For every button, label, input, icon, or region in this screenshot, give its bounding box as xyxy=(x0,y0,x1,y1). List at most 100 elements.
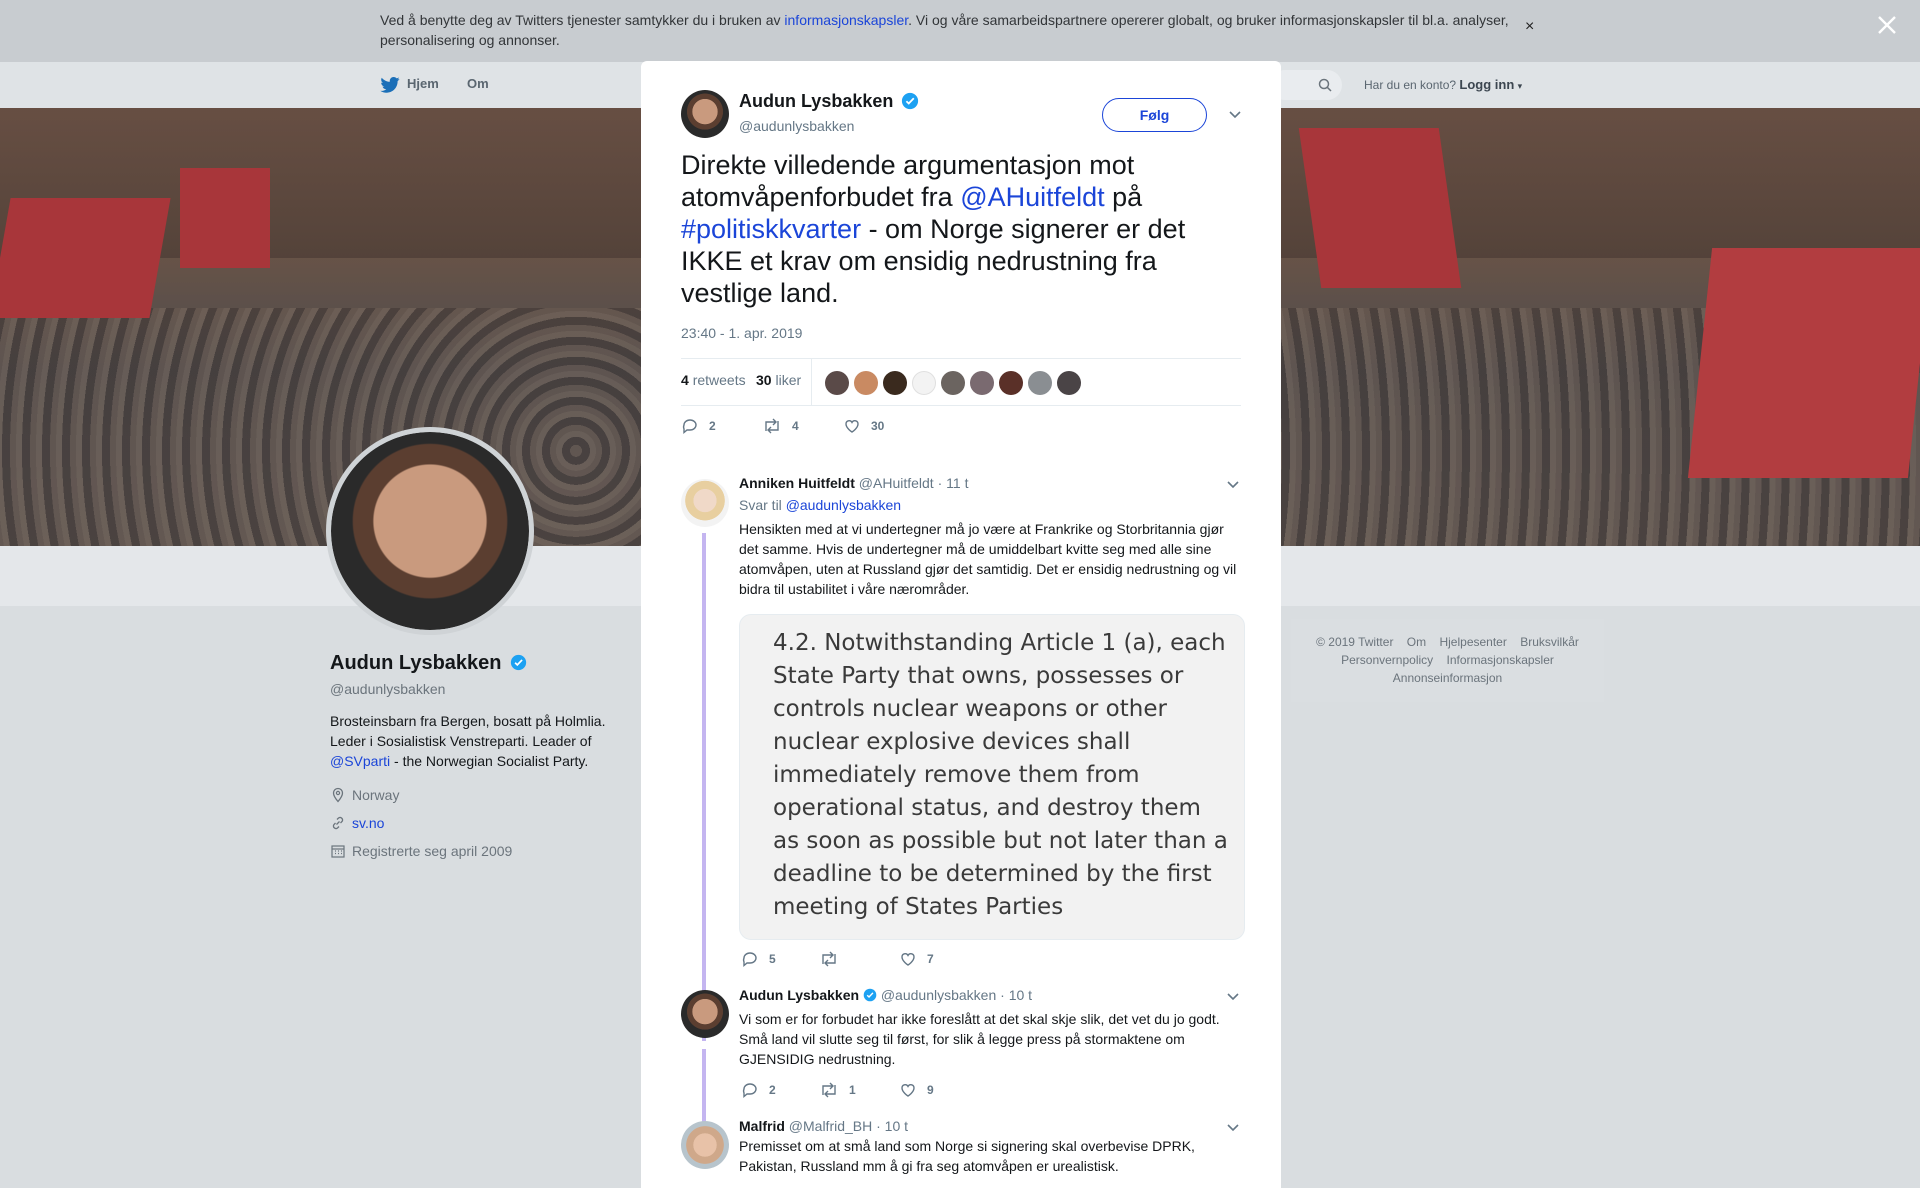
reply-time[interactable]: · 11 t xyxy=(938,475,969,491)
stats-divider xyxy=(811,359,812,405)
reply-action[interactable]: 2 xyxy=(741,1081,776,1099)
reply-author-handle[interactable]: @AHuitfeldt xyxy=(859,475,934,491)
footer-link-terms[interactable]: Bruksvilkår xyxy=(1520,635,1579,649)
profile-handle[interactable]: @audunlysbakken xyxy=(330,681,630,697)
reply-image[interactable]: 4.2. Notwithstanding Article 1 (a), each… xyxy=(739,614,1245,940)
chevron-down-icon[interactable] xyxy=(1226,480,1240,490)
footer-link-help[interactable]: Hjelpesenter xyxy=(1439,635,1506,649)
like-action[interactable]: 9 xyxy=(899,1081,934,1099)
like-stat[interactable]: 30 liker xyxy=(756,372,801,388)
cookie-text: Ved å benytte deg av Twitters tjenester … xyxy=(380,10,1510,50)
footer-link-privacy[interactable]: Personvernpolicy xyxy=(1341,653,1433,667)
reply-action[interactable]: 2 xyxy=(681,417,716,435)
nav-about[interactable]: Om xyxy=(467,76,489,91)
tweet-stats: 4 retweets 30 liker xyxy=(681,358,1241,406)
reply-icon xyxy=(682,419,697,434)
footer-link-cookies[interactable]: Informasjonskapsler xyxy=(1447,653,1554,667)
reply-author-name[interactable]: Audun Lysbakken xyxy=(739,987,859,1003)
retweet-count: 4 xyxy=(792,419,799,433)
tweet-modal: Audun Lysbakken @audunlysbakken Følg Dir… xyxy=(641,61,1281,1188)
bio-mention-link[interactable]: @SVparti xyxy=(330,753,390,769)
like-count: 9 xyxy=(927,1083,934,1097)
profile-website-link[interactable]: sv.no xyxy=(352,815,384,831)
cookie-policy-link[interactable]: informasjonskapsler xyxy=(784,12,908,28)
retweet-count: 1 xyxy=(849,1083,856,1097)
caret-down-icon[interactable]: ▾ xyxy=(1518,81,1523,91)
reply-to-line: Svar til @audunlysbakken xyxy=(739,497,1245,513)
heart-icon xyxy=(901,1084,915,1097)
location-pin-icon xyxy=(332,787,344,803)
liker-avatar[interactable] xyxy=(854,371,878,395)
cookie-close-button[interactable]: × xyxy=(1525,18,1534,36)
chevron-down-icon[interactable] xyxy=(1228,110,1242,120)
retweet-action[interactable] xyxy=(819,950,849,968)
profile-bio: Brosteinsbarn fra Bergen, bosatt på Holm… xyxy=(330,711,630,771)
profile-name[interactable]: Audun Lysbakken xyxy=(330,652,502,674)
liker-avatar[interactable] xyxy=(825,371,849,395)
reply-author-name[interactable]: Malfrid xyxy=(739,1118,785,1134)
reply-to-link[interactable]: @audunlysbakken xyxy=(786,497,901,513)
reply-header: Audun Lysbakken @audunlysbakken · 10 t xyxy=(739,987,1245,1003)
reply-text: Vi som er for forbudet har ikke foreslåt… xyxy=(739,1011,1220,1067)
reply-icon xyxy=(742,1083,757,1098)
nav-home[interactable]: Hjem xyxy=(407,76,439,91)
banner-flag xyxy=(0,198,171,318)
footer-link-about[interactable]: Om xyxy=(1407,635,1426,649)
retweet-action[interactable]: 4 xyxy=(762,417,799,435)
retweet-icon xyxy=(765,418,779,434)
reply-author-avatar[interactable] xyxy=(681,1121,729,1169)
retweet-stat-count: 4 xyxy=(681,372,689,388)
verified-badge-icon xyxy=(510,654,527,671)
liker-avatar[interactable] xyxy=(1057,371,1081,395)
thread-connector xyxy=(702,533,706,1041)
liker-avatar[interactable] xyxy=(883,371,907,395)
tweet-mention-link[interactable]: @AHuitfeldt xyxy=(960,182,1104,212)
retweet-action[interactable]: 1 xyxy=(819,1081,856,1099)
bio-text-after: - the Norwegian Socialist Party. xyxy=(390,753,589,769)
reply-count: 5 xyxy=(769,952,776,966)
chevron-down-icon[interactable] xyxy=(1226,1123,1240,1133)
like-action[interactable]: 7 xyxy=(899,950,934,968)
overlay-close-icon[interactable] xyxy=(1874,12,1900,38)
reply-author-avatar[interactable] xyxy=(681,479,729,527)
reply-author-name[interactable]: Anniken Huitfeldt xyxy=(739,475,855,491)
retweet-icon xyxy=(822,1082,836,1098)
reply-count: 2 xyxy=(769,1083,776,1097)
footer-copyright: © 2019 Twitter xyxy=(1316,635,1394,649)
banner-flag xyxy=(180,168,270,268)
reply-author-handle[interactable]: @audunlysbakken xyxy=(881,987,996,1003)
twitter-bird-icon[interactable] xyxy=(380,77,400,93)
like-stat-label: liker xyxy=(775,372,802,388)
tweet-author-name-text[interactable]: Audun Lysbakken xyxy=(739,91,893,111)
reply-icon xyxy=(742,952,757,967)
reply-to-label: Svar til xyxy=(739,497,786,513)
retweet-stat-label: retweets xyxy=(692,372,746,388)
tweet-hashtag-link[interactable]: #politiskkvarter xyxy=(681,214,861,244)
tweet-timestamp[interactable]: 23:40 - 1. apr. 2019 xyxy=(681,325,802,341)
verified-badge-icon xyxy=(902,92,919,110)
liker-avatar[interactable] xyxy=(941,371,965,395)
profile-avatar[interactable] xyxy=(326,427,534,635)
reply-action[interactable]: 5 xyxy=(741,950,776,968)
reply-author-avatar[interactable] xyxy=(681,990,729,1038)
banner-flag xyxy=(1298,128,1462,288)
liker-avatar[interactable] xyxy=(970,371,994,395)
follow-button[interactable]: Følg xyxy=(1102,98,1207,132)
liker-avatar[interactable] xyxy=(999,371,1023,395)
reply-image-text: 4.2. Notwithstanding Article 1 (a), each… xyxy=(773,630,1228,920)
reply-time[interactable]: · 10 t xyxy=(876,1118,908,1134)
tweet-author-avatar[interactable] xyxy=(681,90,729,138)
reply-author-handle[interactable]: @Malfrid_BH xyxy=(789,1118,872,1134)
tweet-author-name[interactable]: Audun Lysbakken xyxy=(739,91,919,112)
tweet-text-part: på xyxy=(1104,182,1143,212)
chevron-down-icon[interactable] xyxy=(1226,992,1240,1002)
liker-avatar[interactable] xyxy=(912,371,936,395)
footer-link-ads-info[interactable]: Annonseinformasjon xyxy=(1393,671,1502,685)
tweet-author-handle[interactable]: @audunlysbakken xyxy=(739,118,854,134)
reply-time[interactable]: · 10 t xyxy=(1000,987,1032,1003)
retweet-stat[interactable]: 4 retweets xyxy=(681,372,746,388)
liker-avatar[interactable] xyxy=(1028,371,1052,395)
like-action[interactable]: 30 xyxy=(843,417,884,435)
like-count: 7 xyxy=(927,952,934,966)
login-link[interactable]: Logg inn xyxy=(1459,77,1514,92)
